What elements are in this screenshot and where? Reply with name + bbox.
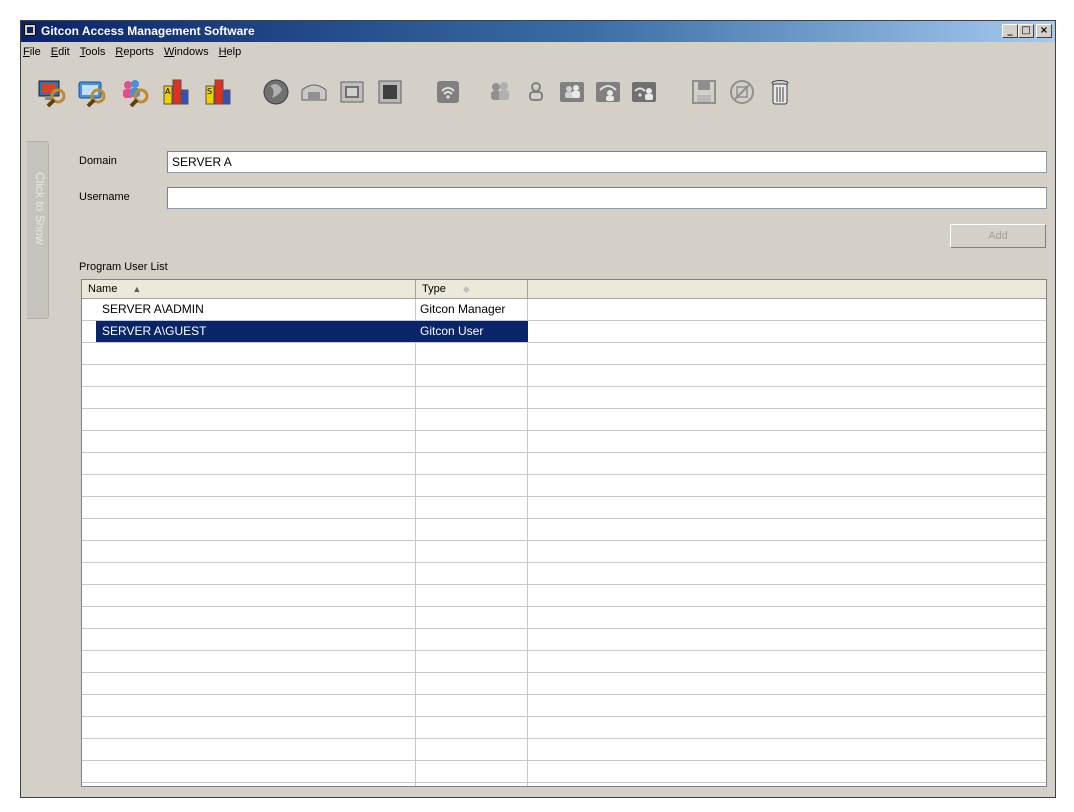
empty-row — [82, 365, 1046, 387]
menu-bar: File Edit Tools Reports Windows Help — [21, 43, 1055, 61]
wireless-icon[interactable] — [431, 75, 465, 109]
window-controls: _ □ × — [1002, 24, 1052, 38]
computer-users-icon[interactable] — [555, 75, 589, 109]
empty-row — [82, 629, 1046, 651]
user-list-grid: Name ▲ Type ◆ SERVER A\ADMIN Gitcon Mana… — [81, 279, 1047, 787]
user-group-icon[interactable] — [483, 75, 517, 109]
window-alt-icon[interactable] — [373, 75, 407, 109]
username-label: Username — [79, 191, 130, 203]
empty-row — [82, 541, 1046, 563]
grid-header: Name ▲ Type ◆ — [82, 280, 1046, 299]
network-share-icon[interactable] — [297, 75, 331, 109]
empty-row — [82, 431, 1046, 453]
list-title: Program User List — [79, 261, 168, 273]
empty-row — [82, 761, 1046, 783]
search-users-icon[interactable] — [117, 75, 151, 109]
disable-icon[interactable] — [725, 75, 759, 109]
cell-name: SERVER A\ADMIN — [102, 302, 204, 316]
empty-row — [82, 717, 1046, 739]
empty-row — [82, 563, 1046, 585]
table-row[interactable]: SERVER A\ADMIN Gitcon Manager — [82, 299, 1046, 321]
maximize-button[interactable]: □ — [1018, 24, 1034, 38]
empty-row — [82, 409, 1046, 431]
empty-row — [82, 585, 1046, 607]
user-icon[interactable] — [519, 75, 553, 109]
domain-label: Domain — [79, 155, 117, 167]
cell-name: SERVER A\GUEST — [96, 321, 416, 342]
globe-icon[interactable] — [259, 75, 293, 109]
app-icon[interactable] — [24, 24, 36, 36]
search-computer-icon[interactable] — [35, 75, 69, 109]
grid-body: SERVER A\ADMIN Gitcon Manager SERVER A\G… — [82, 299, 1046, 786]
empty-row — [82, 475, 1046, 497]
domain-field[interactable] — [167, 151, 1047, 173]
side-panel-tab[interactable]: Click to Show — [27, 141, 49, 319]
menu-windows[interactable]: Windows — [164, 46, 209, 58]
empty-row — [82, 673, 1046, 695]
empty-row — [82, 497, 1046, 519]
close-button[interactable]: × — [1036, 24, 1052, 38]
empty-row — [82, 453, 1046, 475]
search-network-icon[interactable] — [75, 75, 109, 109]
network-users-icon[interactable] — [591, 75, 625, 109]
column-header-type[interactable]: Type ◆ — [416, 280, 528, 298]
title-bar[interactable]: Gitcon Access Management Software _ □ × — [21, 21, 1055, 42]
column-header-type-label: Type — [422, 283, 446, 295]
cell-type: Gitcon Manager — [420, 302, 506, 316]
sort-indicator-icon: ◆ — [462, 284, 470, 294]
save-icon[interactable] — [687, 75, 721, 109]
svg-text:S: S — [207, 87, 212, 96]
empty-row — [82, 519, 1046, 541]
svg-text:A: A — [165, 87, 171, 96]
report-chart-alt-icon[interactable]: S — [201, 75, 235, 109]
side-panel-label: Click to Show — [33, 172, 47, 245]
username-field[interactable] — [167, 187, 1047, 209]
app-window: Gitcon Access Management Software _ □ × … — [20, 20, 1056, 798]
sort-ascending-icon: ▲ — [132, 284, 142, 294]
menu-tools[interactable]: Tools — [80, 46, 106, 58]
menu-file[interactable]: File — [23, 46, 41, 58]
empty-row — [82, 607, 1046, 629]
report-chart-icon[interactable]: A — [159, 75, 193, 109]
menu-edit[interactable]: Edit — [51, 46, 70, 58]
empty-row — [82, 783, 1046, 786]
empty-row — [82, 739, 1046, 761]
empty-row — [82, 343, 1046, 365]
empty-row — [82, 695, 1046, 717]
menu-reports[interactable]: Reports — [115, 46, 154, 58]
toolbar: A S — [35, 67, 1045, 121]
column-header-name[interactable]: Name ▲ — [82, 280, 416, 298]
minimize-button[interactable]: _ — [1002, 24, 1018, 38]
cell-type: Gitcon User — [416, 321, 528, 342]
window-title: Gitcon Access Management Software — [41, 24, 255, 38]
wireless-users-icon[interactable] — [627, 75, 661, 109]
window-icon[interactable] — [335, 75, 369, 109]
empty-row — [82, 387, 1046, 409]
empty-row — [82, 651, 1046, 673]
menu-help[interactable]: Help — [219, 46, 242, 58]
trash-icon[interactable] — [763, 75, 797, 109]
add-button[interactable]: Add — [950, 224, 1046, 248]
column-header-name-label: Name — [88, 283, 118, 295]
table-row[interactable]: SERVER A\GUEST Gitcon User — [82, 321, 1046, 343]
